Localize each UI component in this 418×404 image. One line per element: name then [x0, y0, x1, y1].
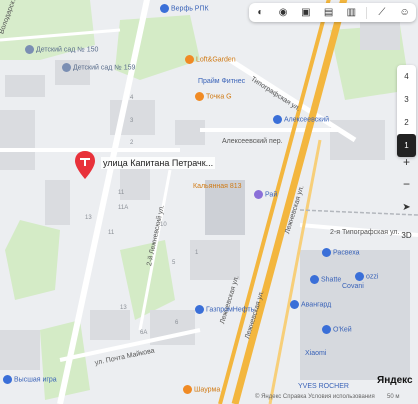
clothes-icon: [310, 275, 319, 284]
house-number: 3: [130, 118, 134, 124]
panorama-icon[interactable]: ◉: [275, 5, 291, 21]
house-number: 2: [130, 140, 134, 146]
poi-detsad-150[interactable]: Детский сад № 150: [25, 45, 98, 54]
poi-gazprom[interactable]: ГазпромНефть: [195, 305, 254, 314]
zoom-in-button[interactable]: +: [397, 152, 416, 171]
clothes-icon: [355, 272, 364, 281]
kindergarten-icon: [62, 63, 71, 72]
building-icon: [160, 4, 169, 13]
poi-yves[interactable]: YVES ROCHER: [298, 383, 349, 391]
camera-icon[interactable]: ▣: [298, 5, 314, 21]
supermarket-icon: [322, 325, 331, 334]
house-number: 13: [85, 215, 92, 221]
transport-icon[interactable]: ▤: [321, 5, 337, 21]
ruler-icon[interactable]: ⟋: [374, 5, 390, 21]
house-number: 10: [160, 222, 167, 228]
poi-shatte[interactable]: Shatte: [310, 275, 341, 284]
poi-verfa-rpk[interactable]: Верфь РПК: [160, 4, 209, 13]
floor-2[interactable]: 2: [397, 111, 416, 134]
school-icon: [3, 375, 12, 384]
mode-3d-button[interactable]: 3D: [397, 226, 416, 245]
car-icon[interactable]: ▥: [343, 5, 359, 21]
poi-prime[interactable]: Прайм Фитнес: [198, 78, 245, 86]
map-toolbar: ◐ ◉ ▣ ▤ ▥ ⟋ ☺: [249, 3, 416, 22]
poi-loft[interactable]: Loft&Garden: [185, 55, 236, 64]
location-pin-icon[interactable]: [73, 150, 97, 180]
floor-selector: 4 3 2 1: [397, 65, 416, 157]
store-icon: [273, 115, 282, 124]
poi-covani[interactable]: Covani: [342, 283, 364, 291]
footer-links[interactable]: © Яндекс Справка Условия использования: [255, 394, 375, 400]
house-number: 11: [118, 190, 125, 196]
compass-icon[interactable]: ➤: [397, 198, 416, 217]
house-number: 1: [195, 250, 199, 256]
fuel-icon: [195, 305, 204, 314]
food-icon: [183, 385, 192, 394]
house-number: 11А: [118, 205, 129, 211]
poi-xiaomi[interactable]: Xiaomi: [305, 350, 326, 358]
kindergarten-icon: [25, 45, 34, 54]
mall-icon: [290, 300, 299, 309]
house-number: 13: [120, 305, 127, 311]
shop-icon: [254, 190, 263, 199]
shop-icon: [322, 248, 331, 257]
poi-avangard[interactable]: Авангард: [290, 300, 331, 309]
poi-vysshaya[interactable]: Высшая игра: [3, 375, 57, 384]
zoom-out-button[interactable]: −: [397, 174, 416, 193]
house-number: 5: [172, 260, 176, 266]
street-label-alekseevsky: Алексеевский пер.: [222, 138, 283, 145]
map-canvas[interactable]: Типографская ул. Алексеевский пер. Лежне…: [0, 0, 418, 404]
toolbar-divider: [366, 6, 368, 19]
poi-rai[interactable]: Рай: [254, 190, 277, 199]
house-number: 4: [130, 95, 134, 101]
poi-okei[interactable]: О'Кей: [322, 325, 352, 334]
poi-shaurma[interactable]: Шаурма: [183, 385, 220, 394]
selected-street-label[interactable]: улица Капитана Петрачк...: [101, 157, 216, 169]
house-number: 11: [108, 230, 115, 236]
yandex-logo: Яндекс: [377, 375, 413, 386]
house-number: 6: [175, 320, 179, 326]
street-label-tipografskaya-2: 2-я Типографская ул.: [330, 229, 400, 236]
poi-tochka[interactable]: Точка G: [195, 92, 232, 101]
poi-ozzi[interactable]: ozzi: [355, 272, 378, 281]
shop-icon: [185, 55, 194, 64]
poi-raseka[interactable]: Расвеха: [322, 248, 360, 257]
layers-icon[interactable]: ◐: [252, 5, 268, 21]
shop-icon: [195, 92, 204, 101]
poi-alekseevsky[interactable]: Алексеевский: [273, 115, 329, 124]
profile-icon[interactable]: ☺: [397, 5, 413, 21]
scale-label: 50 м: [387, 394, 400, 400]
floor-4[interactable]: 4: [397, 65, 416, 88]
poi-kalyannaya[interactable]: Кальянная 813: [193, 183, 242, 191]
poi-detsad-159[interactable]: Детский сад № 159: [62, 63, 135, 72]
floor-3[interactable]: 3: [397, 88, 416, 111]
house-number: 6А: [140, 330, 148, 336]
